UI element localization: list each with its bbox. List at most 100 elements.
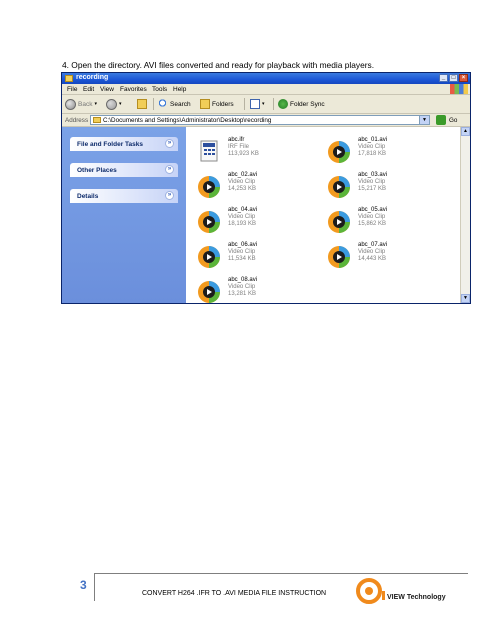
file-name: abc.ifr [228,137,245,143]
file-item[interactable]: abc_04.avi Video Clip 18,193 KB [196,207,306,241]
address-dropdown-button[interactable]: ▼ [419,116,429,124]
menu-file[interactable]: File [67,86,77,93]
collapse-chevron-icon[interactable]: » [165,139,174,148]
footer-divider [94,573,95,601]
chevron-down-icon: ▾ [119,101,122,107]
menu-bar: File Edit View Favorites Tools Help [62,84,470,95]
file-item[interactable]: abc_01.avi Video Clip 17,818 KB [326,137,436,171]
go-button[interactable]: Go [449,117,457,124]
file-type: Video Clip [358,214,386,220]
scroll-down-button[interactable]: ▼ [461,294,470,303]
svg-text:VIEW Technology: VIEW Technology [387,594,446,601]
page-number: 3 [80,578,87,592]
back-arrow-icon [65,98,76,110]
ifr-file-icon [200,140,218,162]
title-bar[interactable]: recording _ □ × [62,73,470,84]
file-type: Video Clip [228,284,256,290]
file-item[interactable]: abc_07.avi Video Clip 14,443 KB [326,242,436,276]
menu-favorites[interactable]: Favorites [120,86,147,93]
file-item[interactable]: abc_08.avi Video Clip 13,281 KB [196,277,306,311]
footer-rule [94,573,468,574]
folder-sync-label: Folder Sync [290,100,325,108]
task-label: Other Places [77,166,117,174]
back-label: Back [78,100,93,108]
address-bar: Address C:\Documents and Settings\Admini… [62,114,470,127]
file-size: 14,443 KB [358,256,387,262]
address-value: C:\Documents and Settings\Administrator\… [103,117,272,124]
file-size: 14,253 KB [228,186,257,192]
media-player-icon [198,246,220,268]
file-list: abc.ifr IRF File 113,923 KB abc_02.avi V… [186,127,461,303]
address-input[interactable]: C:\Documents and Settings\Administrator\… [90,115,430,125]
address-label: Address [65,116,89,124]
media-player-icon [328,246,350,268]
up-folder-button[interactable] [137,98,147,110]
media-player-icon [198,176,220,198]
task-other-places[interactable]: Other Places » [70,163,178,177]
menu-tools[interactable]: Tools [152,86,167,93]
file-size: 13,281 KB [228,291,257,297]
vertical-scrollbar[interactable]: ▲ ▼ [460,127,470,303]
file-item[interactable]: abc_06.avi Video Clip 11,534 KB [196,242,306,276]
file-name: abc_04.avi [228,207,258,213]
back-button[interactable]: Back ▾ [65,98,97,110]
scroll-up-button[interactable]: ▲ [461,127,470,136]
file-name: abc_03.avi [358,172,388,178]
file-size: 15,217 KB [358,186,387,192]
company-logo: VIEW Technology [356,578,446,604]
media-player-icon [328,141,350,163]
file-item[interactable]: abc_05.avi Video Clip 15,862 KB [326,207,436,241]
file-name: abc_01.avi [358,137,388,143]
close-button[interactable]: × [459,74,468,82]
views-button[interactable]: ▾ [250,98,265,110]
task-label: Details [77,192,99,200]
folder-icon [93,117,101,123]
folders-label: Folders [212,100,234,108]
chevron-down-icon: ▾ [94,101,97,107]
file-name: abc_02.avi [228,172,258,178]
folders-icon [200,99,210,109]
task-label: File and Folder Tasks [77,140,143,148]
folders-button[interactable]: Folders [200,98,234,110]
search-label: Search [170,100,191,108]
sync-icon [278,99,288,109]
file-type: Video Clip [358,144,386,150]
maximize-button[interactable]: □ [449,74,458,82]
file-name: abc_06.avi [228,242,258,248]
file-name: abc_07.avi [358,242,388,248]
file-size: 17,818 KB [358,151,387,157]
forward-button[interactable]: ▾ [106,98,122,110]
file-type: Video Clip [228,249,256,255]
file-name: abc_08.avi [228,277,258,283]
file-type: Video Clip [358,249,386,255]
file-type: IRF File [228,144,249,150]
file-item[interactable]: abc_02.avi Video Clip 14,253 KB [196,172,306,206]
forward-arrow-icon [106,98,117,110]
task-file-and-folder[interactable]: File and Folder Tasks » [70,137,178,151]
menu-edit[interactable]: Edit [83,86,94,93]
media-player-icon [328,176,350,198]
file-type: Video Clip [228,214,256,220]
task-details[interactable]: Details » [70,189,178,203]
footer-title: CONVERT H264 .IFR TO .AVI MEDIA FILE INS… [142,590,327,597]
views-icon [250,99,260,109]
file-item[interactable]: abc_03.avi Video Clip 15,217 KB [326,172,436,206]
folder-icon [65,75,73,82]
up-folder-icon [137,99,147,109]
go-arrow-icon[interactable] [436,115,446,125]
menu-help[interactable]: Help [173,86,186,93]
collapse-chevron-icon[interactable]: » [165,165,174,174]
folder-sync-button[interactable]: Folder Sync [278,98,325,110]
search-button[interactable]: Search [158,98,191,110]
windows-logo-icon [450,84,468,94]
minimize-button[interactable]: _ [439,74,448,82]
search-icon [158,99,168,109]
task-pane: File and Folder Tasks » Other Places » D… [62,127,186,303]
media-player-icon [198,211,220,233]
toolbar-separator [273,98,274,110]
collapse-chevron-icon[interactable]: » [165,191,174,200]
file-item[interactable]: abc.ifr IRF File 113,923 KB [196,137,306,171]
file-size: 15,862 KB [358,221,387,227]
chevron-down-icon: ▾ [262,101,265,107]
menu-view[interactable]: View [100,86,114,93]
